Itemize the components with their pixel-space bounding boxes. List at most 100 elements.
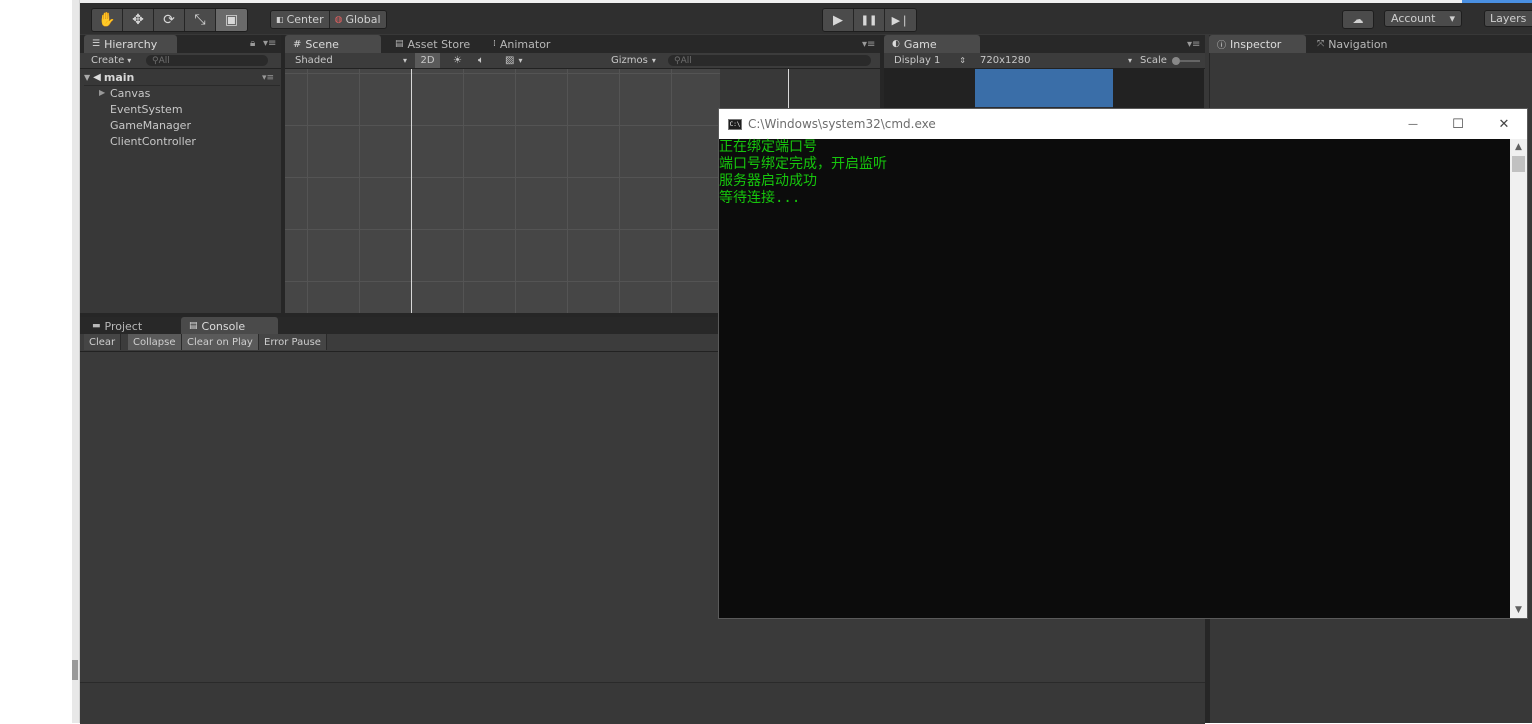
slider-knob[interactable] [1171, 56, 1180, 65]
tab-project[interactable]: ▬ Project [84, 317, 181, 335]
display-dropdown[interactable]: Display 1 ⇕ [894, 53, 966, 68]
effects-dropdown[interactable]: ▨ ▾ [505, 53, 522, 68]
tab-navigation[interactable]: ⤧ Navigation [1309, 35, 1396, 53]
collapse-label: Collapse [133, 336, 176, 348]
tab-game[interactable]: ◐ Game [884, 35, 980, 53]
move-tool-button[interactable]: ✥ [123, 9, 154, 31]
console-clear-button[interactable]: Clear [84, 334, 122, 350]
tab-asset-store[interactable]: ▤ Asset Store [387, 35, 478, 53]
tab-animator[interactable]: ⁞ Animator [485, 35, 558, 53]
grid-icon: # [293, 38, 302, 50]
lock-icon[interactable]: 🔒︎ [250, 38, 255, 49]
panel-menu-icon[interactable]: ▾≡ [263, 38, 276, 49]
audio-toggle[interactable]: 🔈︎ [478, 53, 484, 68]
minimize-button[interactable]: — [1390, 109, 1436, 139]
resolution-label: 720x1280 [980, 55, 1031, 66]
hand-icon: ✋ [98, 12, 116, 28]
rect-tool-icon: ▣ [224, 12, 239, 28]
cmd-app-icon: C:\ [728, 118, 742, 130]
cmd-titlebar[interactable]: C:\ C:\Windows\system32\cmd.exe — ☐ ✕ [719, 109, 1527, 139]
hierarchy-tabbar: ☰ Hierarchy 🔒︎ ▾≡ [80, 35, 281, 53]
console-clear-on-play-toggle[interactable]: Clear on Play [182, 334, 259, 350]
mode-2d-toggle[interactable]: 2D [415, 53, 440, 68]
scale-label: Scale [1140, 55, 1167, 66]
pivot-center-button[interactable]: ◧ Center [271, 11, 330, 28]
cmd-scroll-thumb[interactable] [1512, 156, 1525, 172]
tab-project-label: Project [104, 319, 143, 333]
scroll-up-icon[interactable]: ▲ [1510, 139, 1527, 155]
tab-navigation-label: Navigation [1328, 37, 1388, 51]
search-placeholder: All [158, 55, 170, 66]
move-icon: ✥ [132, 12, 144, 28]
clear-on-play-label: Clear on Play [187, 336, 253, 348]
hierarchy-item-gamemanager[interactable]: GameManager [110, 119, 191, 132]
globe-icon: ◍ [334, 14, 343, 25]
step-button[interactable]: ▶❘ [885, 9, 916, 31]
expand-arrow-icon: ▼ [84, 73, 91, 82]
resolution-dropdown[interactable]: 720x1280 ▾ [980, 53, 1132, 68]
expand-arrow-icon[interactable]: ▶ [99, 88, 105, 97]
space-label: Global [345, 13, 381, 26]
unity-scene-icon: ◀ [93, 72, 101, 83]
hand-tool-button[interactable]: ✋ [92, 9, 123, 31]
hierarchy-item-canvas[interactable]: Canvas [110, 87, 150, 100]
pivot-toggles: ◧ Center ◍ Global [270, 10, 387, 29]
hierarchy-search-input[interactable]: ⚲ All [146, 55, 268, 66]
hierarchy-subbar: Create ▾ ⚲ All [80, 53, 281, 69]
scene-root-row[interactable]: ▼ ◀ main ▾≡ [84, 70, 280, 86]
transform-tools: ✋ ✥ ⟳ ⤡ ▣ [91, 8, 248, 32]
panel-menu-icon[interactable]: ▾≡ [1187, 39, 1200, 50]
console-icon: ▤ [189, 321, 198, 331]
step-icon: ▶❘ [891, 13, 910, 27]
account-dropdown[interactable]: Account ▾ [1384, 10, 1462, 27]
maximize-button[interactable]: ☐ [1435, 109, 1481, 139]
gizmos-label: Gizmos [611, 55, 648, 66]
play-icon: ▶ [833, 12, 843, 28]
pause-icon: ❚❚ [860, 14, 878, 26]
scale-slider[interactable]: Scale [1140, 53, 1200, 68]
cloud-icon: ☁ [1352, 13, 1364, 26]
console-error-pause-toggle[interactable]: Error Pause [259, 334, 327, 350]
mode-2d-label: 2D [420, 55, 435, 66]
canvas-outline-left [411, 69, 412, 313]
gizmos-dropdown[interactable]: Gizmos ▾ [611, 53, 656, 68]
inspector-tabbar: ⓘ Inspector ⤧ Navigation [1209, 35, 1532, 53]
close-button[interactable]: ✕ [1481, 109, 1527, 139]
scene-viewport[interactable] [285, 69, 720, 313]
pivot-icon: ◧ [276, 15, 284, 24]
image-icon: ▨ [505, 55, 515, 66]
pivot-global-button[interactable]: ◍ Global [329, 11, 386, 28]
scene-menu-icon[interactable]: ▾≡ [262, 73, 274, 83]
tab-inspector[interactable]: ⓘ Inspector [1209, 35, 1306, 53]
lighting-toggle[interactable]: ☀ [453, 53, 462, 68]
store-icon: ▤ [395, 39, 404, 49]
game-subbar: Display 1 ⇕ 720x1280 ▾ Scale [884, 53, 1205, 69]
scroll-down-icon[interactable]: ▼ [1510, 602, 1527, 618]
hierarchy-item-clientcontroller[interactable]: ClientController [110, 135, 196, 148]
chevron-down-icon: ▾ [1449, 12, 1455, 25]
create-dropdown[interactable]: Create ▾ [91, 53, 131, 68]
pause-button[interactable]: ❚❚ [854, 9, 885, 31]
scene-tabbar: # Scene ▤ Asset Store ⁞ Animator ▾≡ [285, 35, 880, 53]
tab-scene[interactable]: # Scene [285, 35, 381, 53]
cmd-output[interactable]: 正在绑定端口号 端口号绑定完成，开启监听 服务器启动成功 等待连接... [719, 139, 1509, 618]
rotate-tool-button[interactable]: ⟳ [154, 9, 185, 31]
clear-label: Clear [89, 336, 116, 348]
hierarchy-item-eventsystem[interactable]: EventSystem [110, 103, 183, 116]
tab-console[interactable]: ▤ Console [181, 317, 278, 335]
scale-tool-button[interactable]: ⤡ [185, 9, 216, 31]
chevron-down-icon: ▾ [518, 56, 523, 65]
console-collapse-toggle[interactable]: Collapse [128, 334, 182, 350]
scene-search-input[interactable]: ⚲ All [668, 55, 871, 66]
rect-tool-button[interactable]: ▣ [216, 9, 247, 31]
collab-cloud-button[interactable]: ☁ [1342, 10, 1374, 29]
slider-track [1179, 59, 1200, 62]
play-button[interactable]: ▶ [823, 9, 854, 31]
shading-mode-dropdown[interactable]: Shaded ▾ [295, 53, 407, 68]
rotate-icon: ⟳ [163, 12, 175, 28]
tab-hierarchy[interactable]: ☰ Hierarchy [84, 35, 177, 53]
panel-menu-icon[interactable]: ▾≡ [862, 39, 875, 50]
cmd-scrollbar[interactable] [1510, 139, 1527, 618]
cmd-title: C:\Windows\system32\cmd.exe [748, 117, 936, 131]
layers-dropdown[interactable]: Layers [1484, 10, 1532, 27]
